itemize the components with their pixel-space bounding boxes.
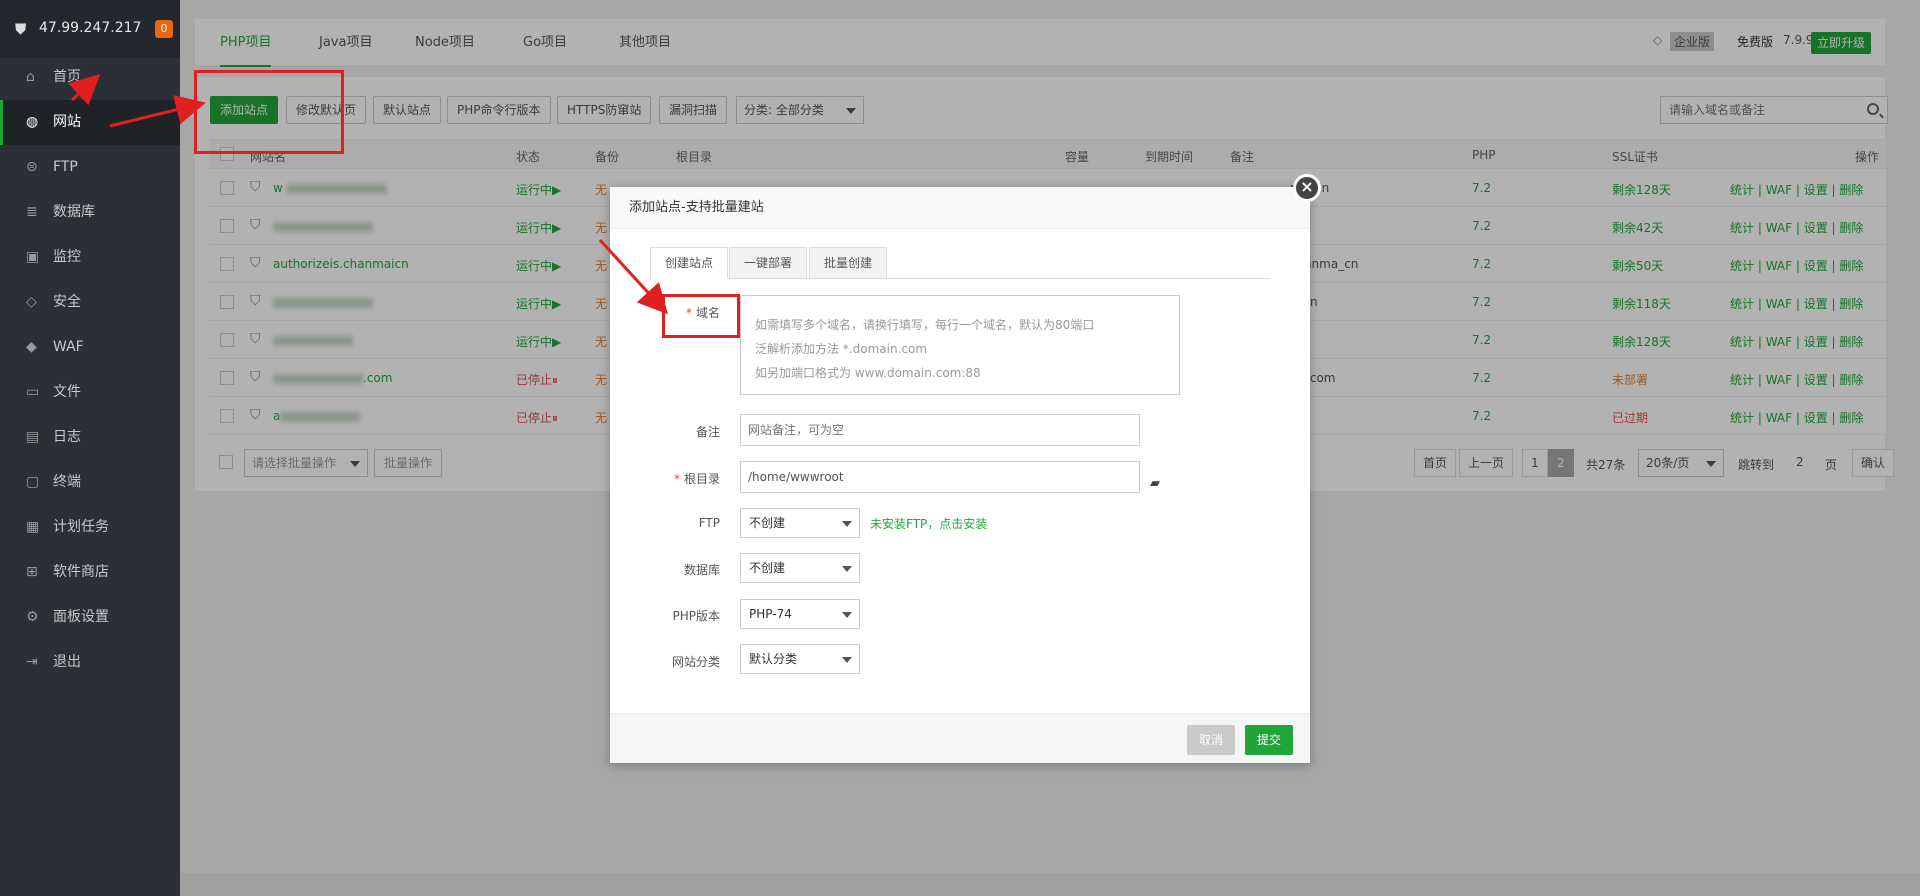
sidebar-item-monitor[interactable]: ▣ 监控 — [0, 235, 180, 280]
tab-create-site[interactable]: 创建站点 — [650, 247, 729, 279]
sidebar-item-waf[interactable]: ◆ WAF — [0, 325, 180, 370]
sidebar-header: ⛊ 47.99.247.217 0 — [0, 0, 180, 58]
site-category-label: 网站分类 — [671, 655, 720, 669]
sidebar-item-ftp[interactable]: ⊜ FTP — [0, 145, 180, 190]
sidebar-item-label: 日志 — [53, 429, 81, 445]
sidebar-item-logout[interactable]: ⇥ 退出 — [0, 640, 180, 685]
sidebar-item-logs[interactable]: ▤ 日志 — [0, 415, 180, 460]
sidebar: ⛊ 47.99.247.217 0 ⌂ 首页 ◍ 网站 ⊜ FTP ≣ 数据库 ▣ 监控 … — [0, 0, 180, 896]
annotation-highlight-box — [662, 294, 740, 338]
folder-icon: ▭ — [26, 384, 40, 400]
chevron-down-icon — [842, 566, 852, 572]
sidebar-item-home[interactable]: ⌂ 首页 — [0, 55, 180, 100]
domain-hint-1: 如需填写多个域名，请换行填写，每行一个域名，默认为80端口 — [755, 318, 1095, 332]
shield-icon: ◇ — [26, 294, 37, 310]
php-version-label: PHP版本 — [672, 609, 721, 623]
remark-input[interactable] — [740, 414, 1140, 446]
ftp-label: FTP — [698, 516, 720, 530]
php-version-value: PHP-74 — [749, 607, 792, 621]
calendar-icon: ▦ — [26, 519, 40, 535]
dialog-footer: 取消 提交 — [610, 713, 1310, 763]
chevron-down-icon — [842, 521, 852, 527]
sidebar-item-label: 终端 — [53, 474, 81, 490]
tab-one-click-deploy[interactable]: 一键部署 — [729, 247, 808, 279]
sidebar-item-label: 数据库 — [53, 204, 95, 220]
log-icon: ▤ — [26, 429, 40, 445]
sidebar-item-files[interactable]: ▭ 文件 — [0, 370, 180, 415]
logout-icon: ⇥ — [26, 654, 38, 670]
tab-batch-create[interactable]: 批量创建 — [809, 247, 888, 279]
site-category-select[interactable]: 默认分类 — [740, 644, 860, 674]
sidebar-item-label: 监控 — [53, 249, 81, 265]
monitor-icon: ▣ — [26, 249, 40, 265]
gear-icon: ⚙ — [26, 609, 39, 625]
root-dir-label: * 根目录 — [673, 472, 720, 486]
grid-icon: ⊞ — [26, 564, 38, 580]
sidebar-item-website[interactable]: ◍ 网站 — [0, 100, 180, 145]
annotation-highlight-box — [194, 70, 344, 154]
sidebar-item-label: 退出 — [53, 654, 81, 670]
ftp-select-value: 不创建 — [749, 516, 786, 530]
root-dir-input[interactable]: /home/wwwroot — [740, 461, 1140, 493]
folder-open-icon[interactable]: ▰ — [1150, 476, 1166, 491]
domain-hint-2: 泛解析添加方法 *.domain.com — [755, 342, 928, 356]
chevron-down-icon — [842, 657, 852, 663]
ftp-icon: ⊜ — [26, 159, 38, 175]
sidebar-item-label: FTP — [53, 159, 78, 175]
database-select-value: 不创建 — [749, 561, 786, 575]
remark-label: 备注 — [695, 425, 720, 439]
sidebar-item-label: WAF — [53, 339, 84, 355]
submit-button[interactable]: 提交 — [1245, 725, 1294, 755]
database-icon: ≣ — [26, 204, 38, 220]
sidebar-item-label: 首页 — [53, 69, 81, 85]
database-label: 数据库 — [683, 563, 720, 577]
sidebar-item-store[interactable]: ⊞ 软件商店 — [0, 550, 180, 595]
sidebar-menu: ⌂ 首页 ◍ 网站 ⊜ FTP ≣ 数据库 ▣ 监控 ◇ 安全 ◆ WAF ▭ 文件 ▤ 日志 ▢… — [0, 55, 180, 685]
waf-shield-icon: ◆ — [26, 339, 37, 355]
sidebar-item-settings[interactable]: ⚙ 面板设置 — [0, 595, 180, 640]
sidebar-item-label: 文件 — [53, 384, 81, 400]
notification-badge[interactable]: 0 — [155, 20, 173, 38]
sidebar-item-cron[interactable]: ▦ 计划任务 — [0, 505, 180, 550]
php-version-select[interactable]: PHP-74 — [740, 599, 860, 629]
dialog-title: 添加站点-支持批量建站 — [610, 187, 1310, 229]
install-ftp-link[interactable]: 未安装FTP，点击安装 — [870, 515, 987, 532]
sidebar-item-label: 计划任务 — [53, 519, 109, 535]
sidebar-item-label: 安全 — [53, 294, 81, 310]
sidebar-item-label: 软件商店 — [53, 564, 109, 580]
home-icon: ⌂ — [26, 69, 35, 85]
database-select[interactable]: 不创建 — [740, 553, 860, 583]
site-category-value: 默认分类 — [749, 652, 798, 666]
sidebar-item-label: 网站 — [53, 114, 81, 130]
sidebar-item-database[interactable]: ≣ 数据库 — [0, 190, 180, 235]
sidebar-item-terminal[interactable]: ▢ 终端 — [0, 460, 180, 505]
panel-logo-icon: ⛊ — [15, 20, 27, 38]
add-site-dialog: 添加站点-支持批量建站 创建站点 一键部署 批量创建 * 域名 如需填写多个域名，… — [610, 187, 1310, 763]
server-ip: 47.99.247.217 — [39, 20, 142, 36]
cancel-button[interactable]: 取消 — [1187, 725, 1236, 755]
terminal-icon: ▢ — [26, 474, 40, 490]
domain-hint-3: 如另加端口格式为 www.domain.com:88 — [755, 366, 981, 380]
chevron-down-icon — [842, 612, 852, 618]
ftp-select[interactable]: 不创建 — [740, 508, 860, 538]
sidebar-item-security[interactable]: ◇ 安全 — [0, 280, 180, 325]
sidebar-item-label: 面板设置 — [53, 609, 109, 625]
globe-icon: ◍ — [26, 114, 39, 130]
close-icon[interactable]: × — [1293, 174, 1321, 202]
domain-textarea[interactable]: 如需填写多个域名，请换行填写，每行一个域名，默认为80端口 泛解析添加方法 *.… — [740, 295, 1180, 395]
